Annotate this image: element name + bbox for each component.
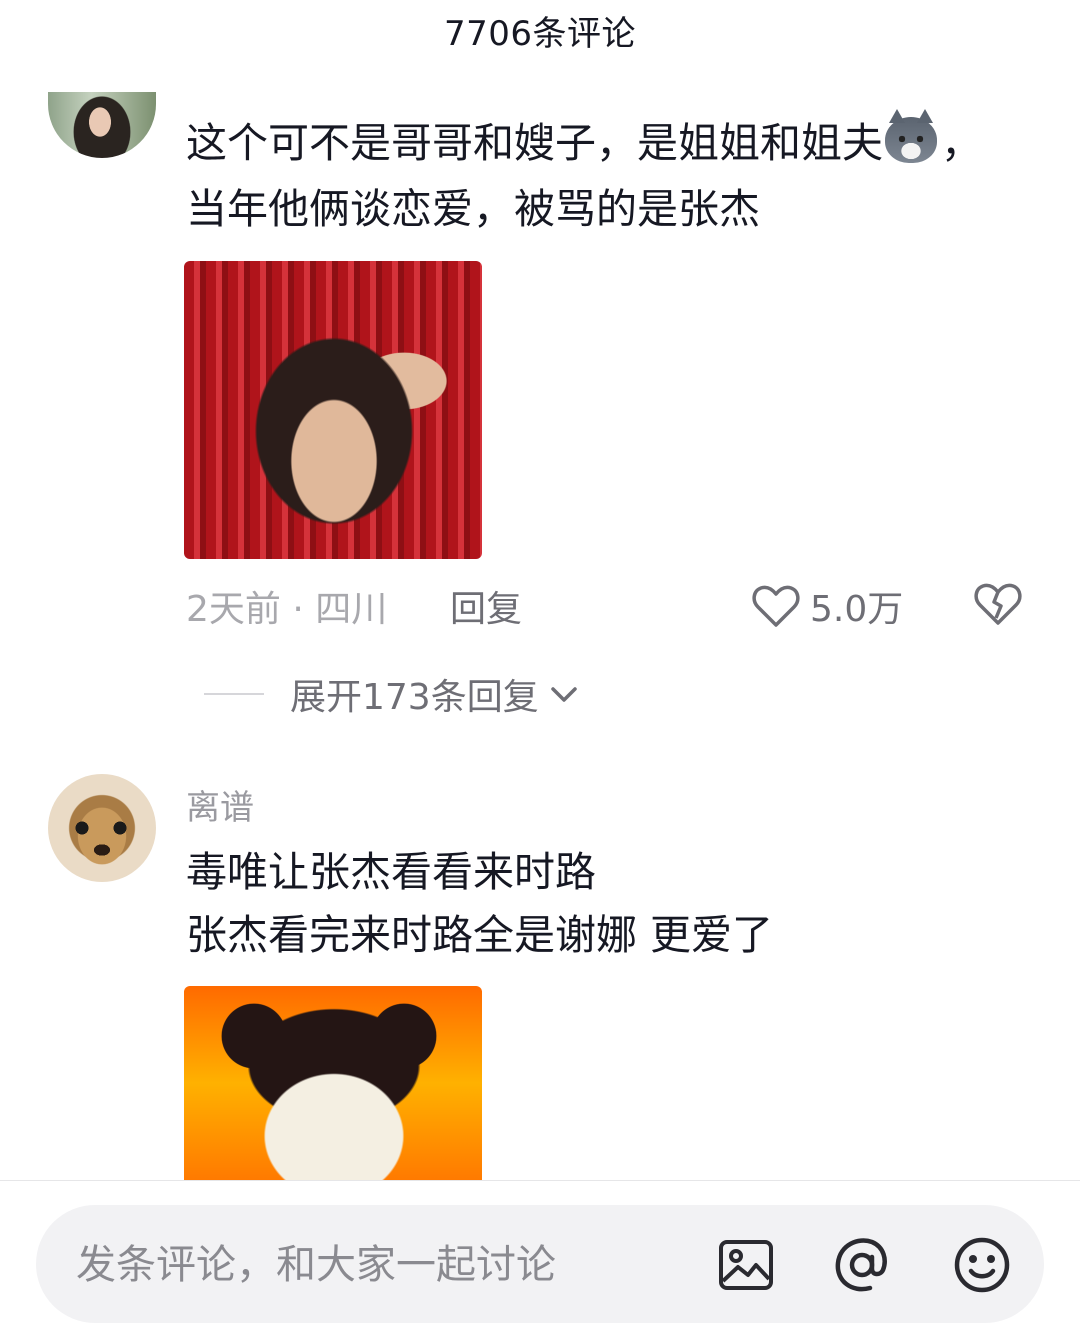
chevron-down-icon xyxy=(550,687,577,702)
comment-meta: 2天前 · 四川 回复 5.0万 xyxy=(186,580,1036,630)
heart-outline-icon xyxy=(752,585,800,627)
comment-image[interactable] xyxy=(184,986,482,1180)
like-count: 5.0万 xyxy=(810,589,904,630)
comment-input-container[interactable] xyxy=(36,1205,1044,1323)
like-button[interactable]: 5.0万 xyxy=(752,580,903,632)
comment-text-part: 这个可不是哥哥和嫂子，是姐姐和姐夫 xyxy=(186,119,883,167)
avatar[interactable] xyxy=(48,774,156,882)
expand-replies-label: 展开173条回复 xyxy=(290,677,539,718)
comment-input[interactable] xyxy=(74,1229,678,1301)
comment-text: 毒唯让张杰看看来时路 张杰看完来时路全是谢娜 更爱了 xyxy=(186,848,774,959)
comment-input-bar xyxy=(0,1180,1080,1330)
image-icon[interactable] xyxy=(716,1235,776,1295)
comment-count-title: 7706条评论 xyxy=(443,13,637,54)
expand-replies-button[interactable]: 展开173条回复 xyxy=(204,668,579,720)
smiley-icon[interactable] xyxy=(952,1235,1012,1295)
comment-text: 这个可不是哥哥和嫂子，是姐姐和姐夫， 当年他俩谈恋爱，被骂的是张杰 xyxy=(186,109,1046,242)
dislike-button[interactable] xyxy=(974,582,1022,635)
reply-button[interactable]: 回复 xyxy=(450,580,522,632)
divider xyxy=(204,693,264,695)
username[interactable]: 离谱 xyxy=(186,780,254,829)
at-icon[interactable] xyxy=(832,1235,892,1295)
time-location: 2天前 · 四川 xyxy=(186,589,388,630)
comment-image[interactable] xyxy=(184,261,482,559)
avatar[interactable] xyxy=(48,92,156,158)
wolf-face-emoji-icon xyxy=(885,109,937,163)
broken-heart-icon xyxy=(974,583,1022,625)
